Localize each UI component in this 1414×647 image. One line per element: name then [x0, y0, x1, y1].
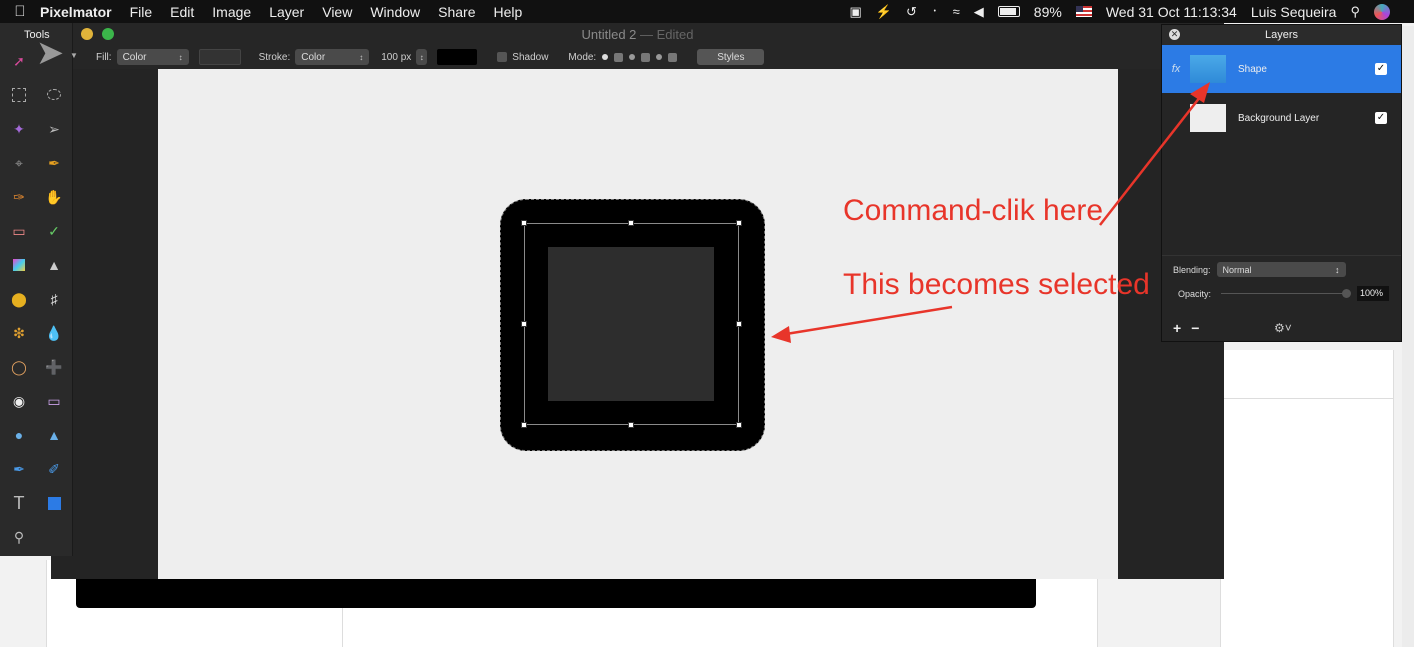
arrow-to-shape-layer	[1099, 82, 1210, 226]
arrow-to-shape	[771, 305, 953, 343]
annotation-arrows	[771, 82, 1210, 343]
